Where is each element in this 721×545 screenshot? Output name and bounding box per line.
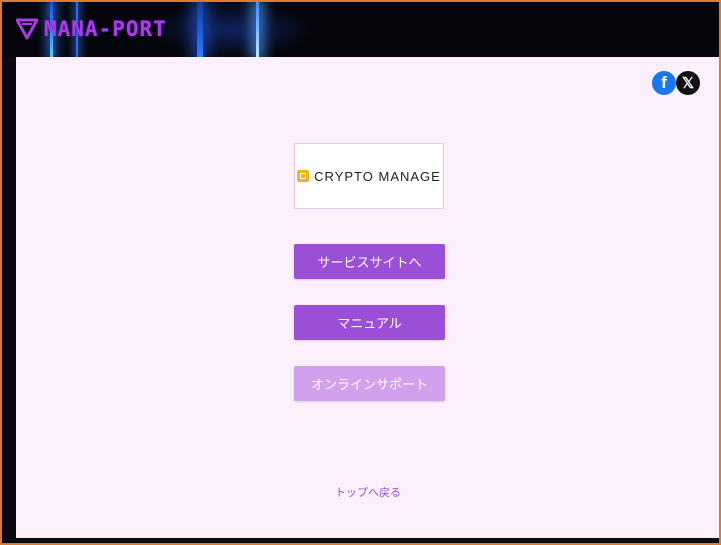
site-header: MANA-PORT	[2, 2, 719, 57]
service-site-button[interactable]: サービスサイトへ	[294, 244, 445, 279]
app-frame: MANA-PORT f 𝕏 CRYPTO MANAGE サービスサイトへ マニュ…	[2, 2, 719, 543]
brand-name: CRYPTO MANAGE	[314, 168, 441, 184]
x-icon[interactable]: 𝕏	[676, 71, 700, 95]
logo-text: MANA-PORT	[44, 17, 167, 41]
header-light-glow	[152, 2, 312, 57]
header-light-beam	[256, 2, 259, 57]
main-content: f 𝕏 CRYPTO MANAGE サービスサイトへ マニュアル オンラインサポ…	[16, 57, 719, 538]
facebook-icon[interactable]: f	[652, 71, 676, 95]
mana-port-logo[interactable]: MANA-PORT	[16, 14, 167, 44]
manual-button[interactable]: マニュアル	[294, 305, 445, 340]
x-share[interactable]: 𝕏	[676, 71, 700, 95]
back-to-top-link[interactable]: トップへ戻る	[16, 484, 719, 500]
header-light-beam	[197, 2, 203, 57]
crypto-manage-icon	[297, 170, 310, 182]
online-support-button[interactable]: オンラインサポート	[294, 366, 445, 401]
facebook-share[interactable]: f	[652, 71, 676, 95]
crypto-manage-logo-box[interactable]: CRYPTO MANAGE	[294, 143, 444, 209]
mana-port-v-logo-icon	[16, 18, 38, 40]
